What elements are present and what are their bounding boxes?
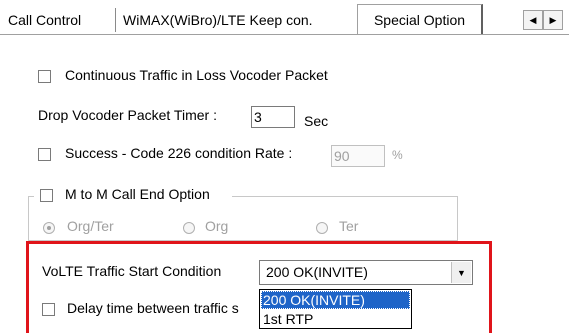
tab-scroll-right-button[interactable]: ▶: [543, 10, 563, 30]
m2m-label: M to M Call End Option: [65, 186, 210, 202]
radio-ter[interactable]: [316, 222, 328, 234]
continuous-traffic-checkbox[interactable]: [38, 70, 51, 83]
radio-org-label: Org: [205, 218, 229, 234]
tab-special-option[interactable]: Special Option: [357, 4, 483, 34]
delay-time-label: Delay time between traffic s: [67, 300, 239, 316]
radio-org-ter[interactable]: [43, 222, 55, 234]
delay-time-checkbox[interactable]: [42, 303, 55, 316]
m2m-checkbox[interactable]: [40, 189, 53, 202]
radio-org-ter-label: Org/Ter: [67, 218, 114, 234]
volte-dropdown-list: 200 OK(INVITE) 1st RTP: [259, 289, 412, 329]
tab-call-control[interactable]: Call Control: [4, 8, 85, 32]
continuous-traffic-label: Continuous Traffic in Loss Vocoder Packe…: [65, 67, 328, 83]
dropdown-option-200-ok-invite[interactable]: 200 OK(INVITE): [261, 291, 410, 309]
tab-strip: Call Control WiMAX(WiBro)/LTE Keep con. …: [0, 0, 569, 36]
volte-start-condition-select[interactable]: 200 OK(INVITE) ▼: [259, 260, 473, 285]
volte-start-condition-label: VoLTE Traffic Start Condition: [42, 263, 222, 279]
success-code-checkbox[interactable]: [38, 148, 51, 161]
tab-scroll-left-button[interactable]: ◀: [523, 10, 543, 30]
drop-timer-unit: Sec: [304, 113, 329, 129]
success-code-unit: %: [392, 148, 403, 162]
radio-ter-label: Ter: [339, 218, 359, 234]
tab-separator: [115, 8, 116, 32]
success-code-label: Success - Code 226 condition Rate :: [65, 145, 293, 161]
arrow-left-icon: ◀: [529, 14, 537, 25]
radio-org[interactable]: [183, 222, 195, 234]
arrow-right-icon: ▶: [549, 14, 557, 25]
drop-timer-label: Drop Vocoder Packet Timer :: [38, 107, 217, 123]
success-code-rate-input[interactable]: 90: [331, 145, 385, 167]
chevron-down-icon[interactable]: ▼: [451, 262, 471, 283]
tab-wimax-lte-keep-con[interactable]: WiMAX(WiBro)/LTE Keep con.: [119, 8, 317, 32]
dropdown-option-1st-rtp[interactable]: 1st RTP: [261, 310, 410, 328]
drop-timer-input[interactable]: 3: [251, 106, 295, 128]
volte-selected-value: 200 OK(INVITE): [266, 264, 368, 280]
